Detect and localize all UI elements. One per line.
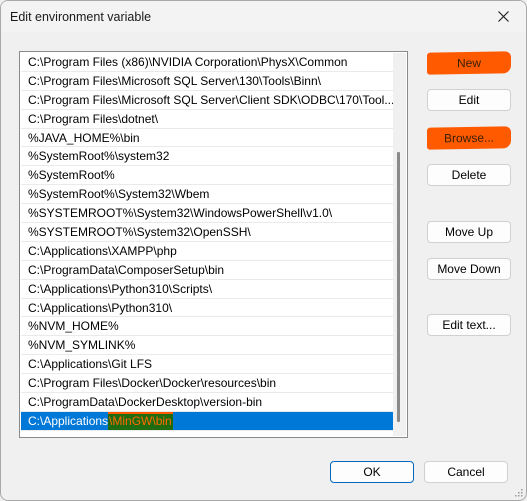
list-item[interactable]: C:\Program Files\Microsoft SQL Server\Cl… [21, 91, 394, 110]
selected-path-prefix: C:\Applications [28, 413, 109, 428]
highlighted-path-segment: \MinGW\bin [108, 411, 173, 430]
list-item[interactable]: %NVM_SYMLINK% [21, 336, 394, 356]
title-bar: Edit environment variable [1, 1, 526, 32]
path-list[interactable]: C:\Program Files (x86)\NVIDIA Corporatio… [19, 51, 408, 438]
scrollbar-thumb[interactable] [397, 152, 400, 422]
list-item[interactable]: %SystemRoot%\system32 [21, 147, 394, 167]
close-button[interactable] [480, 1, 526, 32]
list-item-selected[interactable]: C:\Applications\MinGW\bin [21, 411, 394, 431]
list-item[interactable]: C:\Applications\XAMPP\php [21, 242, 394, 261]
list-item[interactable]: %NVM_HOME% [21, 317, 394, 337]
vertical-scrollbar[interactable] [393, 53, 406, 436]
list-item[interactable]: C:\Program Files\dotnet\ [21, 110, 394, 129]
edit-button[interactable]: Edit [427, 89, 511, 111]
list-item[interactable]: C:\Applications\Python310\Scripts\ [21, 280, 394, 299]
list-item[interactable]: C:\Applications\Python310\ [21, 299, 394, 318]
window-title: Edit environment variable [10, 10, 152, 24]
edit-environment-variable-dialog: Edit environment variable C:\Program Fil… [0, 0, 527, 501]
close-icon [497, 11, 509, 22]
cancel-button[interactable]: Cancel [424, 461, 508, 483]
edit-text-button[interactable]: Edit text... [427, 314, 511, 336]
path-list-items: C:\Program Files (x86)\NVIDIA Corporatio… [21, 53, 394, 431]
list-item[interactable]: C:\Program Files\Microsoft SQL Server\13… [21, 72, 394, 91]
move-down-button[interactable]: Move Down [427, 258, 511, 280]
browse-button[interactable]: Browse... [427, 126, 511, 150]
list-item[interactable]: %SystemRoot%\System32\Wbem [21, 185, 394, 205]
list-item[interactable]: C:\Applications\Git LFS [21, 355, 394, 375]
list-item[interactable]: %JAVA_HOME%\bin [21, 129, 394, 148]
list-item[interactable]: C:\Program Files (x86)\NVIDIA Corporatio… [21, 53, 394, 72]
resize-grip-icon[interactable] [515, 489, 523, 497]
move-up-button[interactable]: Move Up [427, 221, 511, 243]
delete-button[interactable]: Delete [427, 164, 511, 186]
list-item[interactable]: C:\ProgramData\DockerDesktop\version-bin [21, 393, 394, 412]
new-button[interactable]: New [427, 51, 511, 75]
list-item[interactable]: %SystemRoot% [21, 166, 394, 186]
list-item[interactable]: C:\ProgramData\ComposerSetup\bin [21, 261, 394, 280]
ok-button[interactable]: OK [330, 461, 414, 483]
list-item[interactable]: %SYSTEMROOT%\System32\OpenSSH\ [21, 223, 394, 242]
list-item[interactable]: %SYSTEMROOT%\System32\WindowsPowerShell\… [21, 204, 394, 224]
list-item[interactable]: C:\Program Files\Docker\Docker\resources… [21, 374, 394, 394]
